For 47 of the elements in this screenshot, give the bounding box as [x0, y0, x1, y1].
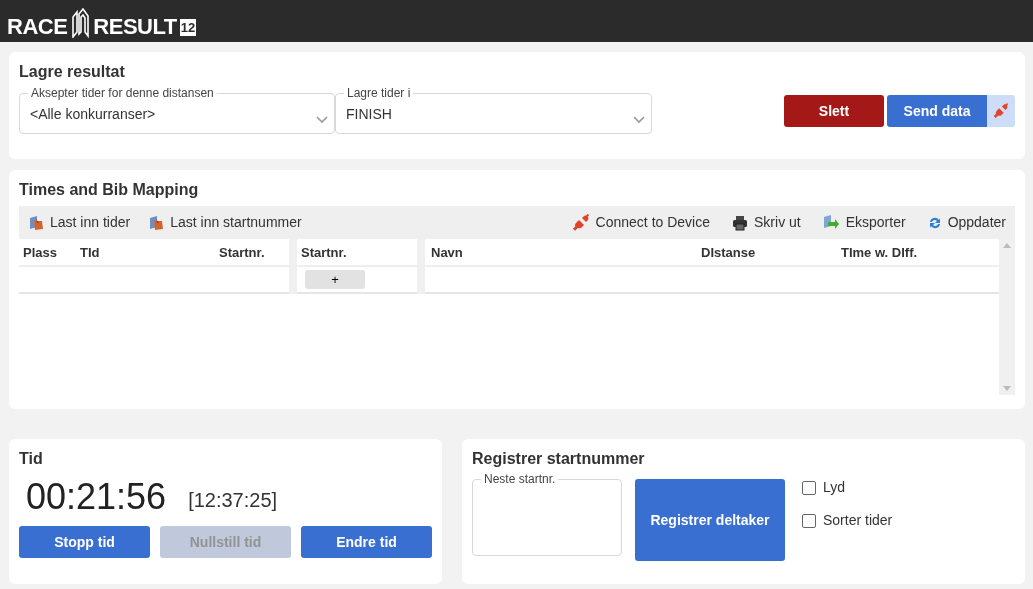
- version-badge: 12: [179, 19, 197, 36]
- box-icon: [28, 214, 44, 231]
- select-field[interactable]: Aksepter tider for denne distansen <Alle konkurranser>: [19, 87, 335, 135]
- checkbox-label: Lyd: [823, 478, 846, 498]
- section-title: Lagre resultat: [19, 62, 126, 82]
- scroll-up-icon: [1003, 243, 1011, 249]
- toolbar-button[interactable]: Skriv ut: [732, 212, 801, 234]
- printer-icon: [732, 214, 748, 231]
- toolbar-button[interactable]: Last inn startnummer: [148, 212, 302, 234]
- field-label: Aksepter tider for denne distansen: [30, 87, 215, 100]
- column-header: Navn: [425, 239, 697, 268]
- select-field[interactable]: Lagre tider i FINISH: [335, 87, 652, 135]
- logo-text: RACE: [7, 16, 68, 38]
- field-label: Neste startnr.: [483, 473, 557, 486]
- toolbar-button[interactable]: Connect to Device: [571, 212, 710, 234]
- checkbox[interactable]: [802, 480, 816, 495]
- logo-mark-icon: [70, 8, 91, 38]
- delete-button[interactable]: Slett: [784, 95, 884, 128]
- logo-text: RESULT: [93, 16, 177, 38]
- plug-icon: [571, 213, 590, 232]
- section-title: Times and Bib Mapping: [19, 180, 200, 200]
- connect-button[interactable]: [987, 95, 1015, 128]
- chevron-icon: [633, 116, 645, 125]
- field-label: Lagre tider i: [346, 87, 412, 100]
- checkbox-label: Sorter tider: [823, 511, 893, 531]
- edit-button[interactable]: Endre tid: [301, 526, 432, 559]
- box-icon: [148, 214, 165, 231]
- plug-icon: [993, 102, 1009, 121]
- elapsed-time: 00:21:56: [26, 479, 167, 516]
- clock-time: [12:37:25]: [188, 488, 278, 514]
- column-header: DIstanse: [697, 239, 837, 268]
- add-button[interactable]: +: [305, 270, 365, 290]
- refresh-icon: [927, 215, 942, 230]
- column-header: Plass: [19, 239, 76, 268]
- checkbox[interactable]: [802, 513, 816, 528]
- input-field[interactable]: Neste startnr.: [472, 473, 622, 557]
- section-title: Tid: [19, 449, 44, 469]
- chevron-icon: [316, 116, 328, 125]
- register-button[interactable]: Registrer deltaker: [635, 479, 785, 562]
- toolbar-button[interactable]: Oppdater: [927, 212, 1006, 234]
- column-header: TId: [76, 239, 196, 268]
- stop-button[interactable]: Stopp tid: [19, 526, 150, 559]
- scroll-down-icon: [1003, 386, 1011, 392]
- section-title: Registrer startnummer: [472, 449, 646, 469]
- toolbar-button[interactable]: Last inn tider: [28, 212, 131, 234]
- send-button[interactable]: Send data: [887, 95, 987, 128]
- toolbar-button[interactable]: Eksporter: [822, 212, 906, 234]
